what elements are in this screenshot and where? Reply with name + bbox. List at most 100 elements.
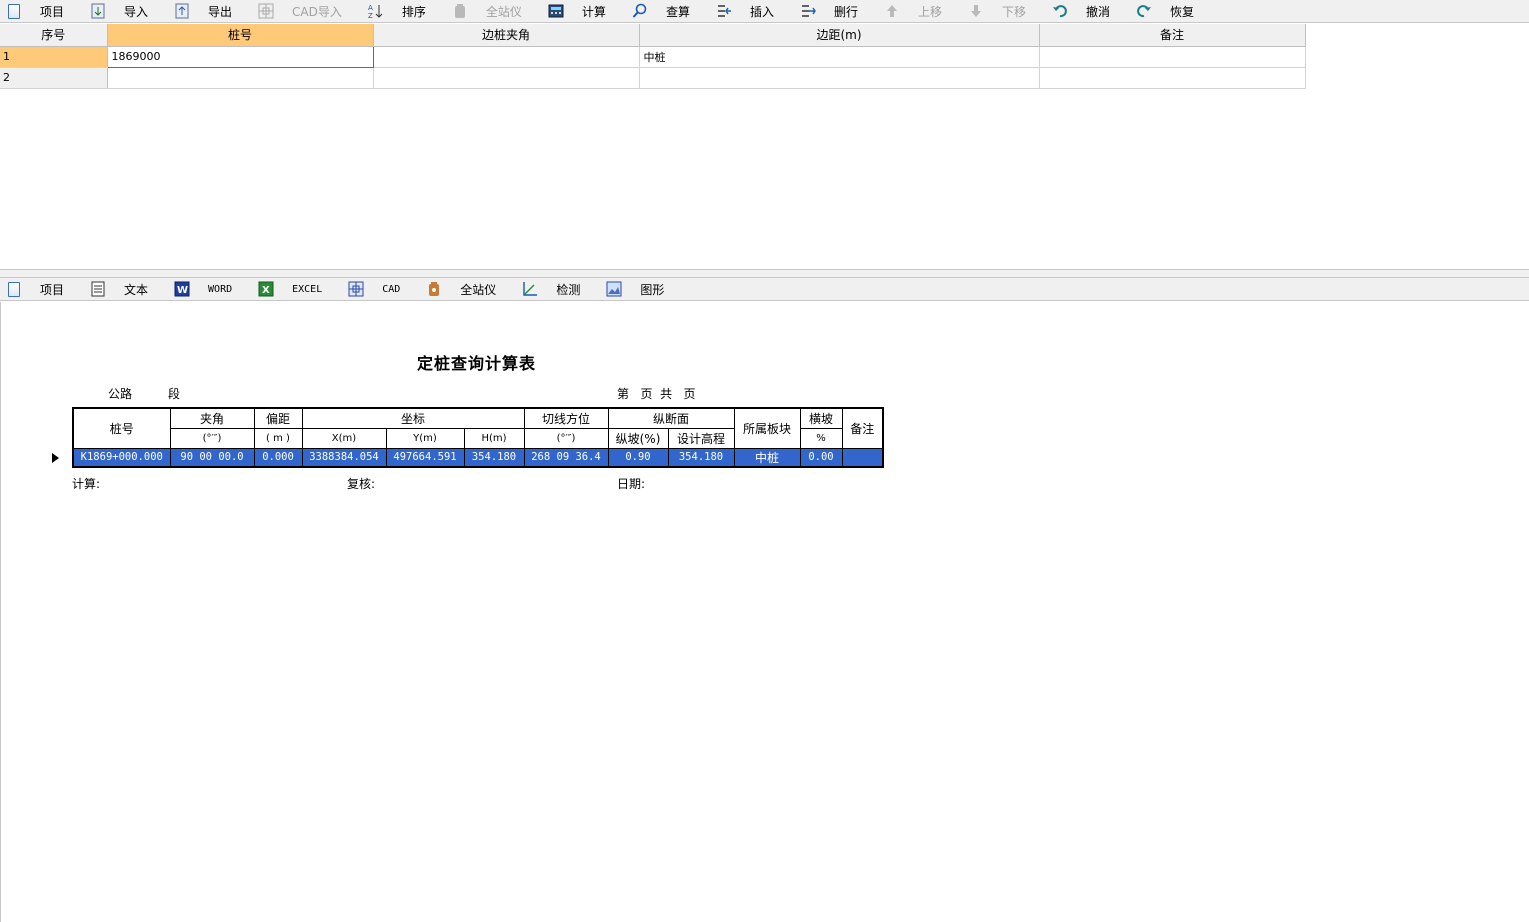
road-label: 公路: [108, 387, 133, 401]
table-row[interactable]: 1 1869000 中桩: [0, 45, 1306, 68]
cad-import-button[interactable]: CAD导入: [252, 0, 362, 22]
header-note[interactable]: 备注: [1039, 24, 1306, 47]
header-seq[interactable]: 序号: [0, 24, 108, 47]
word-icon: W: [174, 281, 190, 297]
cell-angle[interactable]: 90 00 00.0: [169, 447, 255, 468]
cell-y[interactable]: 497664.591: [385, 447, 465, 468]
sort-az-icon: AZ: [368, 3, 384, 19]
col-angle-unit: (°′″): [169, 427, 255, 449]
cell-h[interactable]: 354.180: [463, 447, 525, 468]
header-station[interactable]: 桩号: [107, 24, 374, 47]
offset-cell[interactable]: [639, 67, 1040, 89]
delete-row-button[interactable]: 删行: [794, 0, 878, 22]
export-icon: [174, 3, 190, 19]
axis-chart-icon: [522, 281, 538, 297]
col-long-slope: 纵坡(%): [607, 427, 669, 449]
col-design-elev: 设计高程: [667, 427, 735, 449]
angle-cell[interactable]: [373, 67, 640, 89]
insert-row-icon: [716, 3, 732, 19]
cell-station[interactable]: K1869+000.000: [72, 447, 171, 468]
arrow-up-icon: [884, 3, 900, 19]
sort-button[interactable]: AZ 排序: [362, 0, 446, 22]
date-label: 日期:: [617, 477, 646, 491]
section-label: 段: [168, 387, 181, 401]
report-title: 定桩查询计算表: [417, 354, 537, 373]
undo-button[interactable]: 撤消: [1046, 0, 1130, 22]
check-button[interactable]: 检测: [516, 278, 600, 300]
cell-tangent[interactable]: 268 09 36.4: [523, 447, 609, 468]
move-up-button[interactable]: 上移: [878, 0, 962, 22]
col-tangent: 切线方位: [523, 407, 609, 429]
lookup-button[interactable]: 查算: [626, 0, 710, 22]
offset-cell[interactable]: 中桩: [639, 46, 1040, 68]
calc-label: 计算:: [72, 477, 101, 491]
col-block: 所属板块: [733, 407, 801, 449]
table-row[interactable]: 2: [0, 67, 1306, 89]
panel-splitter[interactable]: [0, 270, 1529, 277]
cad-button[interactable]: CAD: [342, 278, 420, 300]
cad-icon: [258, 3, 274, 19]
cell-note[interactable]: [841, 447, 884, 468]
cell-design-elev[interactable]: 354.180: [667, 447, 735, 468]
angle-cell[interactable]: [373, 46, 640, 68]
stake-input-grid: 序号 桩号 边桩夹角 边距(m) 备注 1 1869000 中桩 2: [0, 24, 1529, 270]
review-label: 复核:: [347, 477, 376, 491]
col-tangent-unit: (°′″): [523, 427, 609, 449]
note-cell[interactable]: [1039, 46, 1306, 68]
cell-offset[interactable]: 0.000: [253, 447, 303, 468]
row-header[interactable]: 1: [0, 46, 108, 68]
page-label: 第 页 共 页: [617, 387, 696, 401]
delete-row-icon: [800, 3, 816, 19]
col-h: H(m): [463, 427, 525, 449]
header-angle[interactable]: 边桩夹角: [373, 24, 640, 47]
redo-button[interactable]: 恢复: [1130, 0, 1214, 22]
insert-button[interactable]: 插入: [710, 0, 794, 22]
col-profile: 纵断面: [607, 407, 735, 429]
station-cell[interactable]: [107, 67, 374, 89]
col-angle: 夹角: [169, 407, 255, 429]
total-station-icon: [426, 281, 442, 297]
excel-button[interactable]: X EXCEL: [252, 278, 342, 300]
arrow-down-icon: [968, 3, 984, 19]
doc-icon: [6, 3, 22, 19]
header-offset[interactable]: 边距(m): [639, 24, 1040, 47]
col-offset: 偏距: [253, 407, 303, 429]
import-icon: [90, 3, 106, 19]
total-station-icon: [452, 3, 468, 19]
redo-icon: [1136, 3, 1152, 19]
cell-cross-slope[interactable]: 0.00: [799, 447, 843, 468]
calculate-button[interactable]: 计算: [542, 0, 626, 22]
undo-icon: [1052, 3, 1068, 19]
cell-long-slope[interactable]: 0.90: [607, 447, 669, 468]
project-button[interactable]: 项目: [0, 0, 84, 22]
graphic-button[interactable]: 图形: [600, 278, 684, 300]
col-cross-slope: 横坡: [799, 407, 843, 429]
cad-icon: [348, 281, 364, 297]
col-coord: 坐标: [301, 407, 525, 429]
import-button[interactable]: 导入: [84, 0, 168, 22]
cell-block[interactable]: 中桩: [733, 447, 801, 468]
row-header[interactable]: 2: [0, 67, 108, 89]
svg-text:A: A: [368, 4, 373, 12]
export-button[interactable]: 导出: [168, 0, 252, 22]
table-row[interactable]: K1869+000.000 90 00 00.0 0.000 3388384.0…: [72, 447, 884, 468]
excel-icon: X: [258, 281, 274, 297]
word-button[interactable]: W WORD: [168, 278, 252, 300]
total-station-button[interactable]: 全站仪: [446, 0, 542, 22]
report-project-button[interactable]: 项目: [0, 278, 84, 300]
stake-table: 序号 桩号 边桩夹角 边距(m) 备注 1 1869000 中桩 2: [0, 24, 1306, 89]
col-station: 桩号: [72, 407, 171, 449]
text-button[interactable]: 文本: [84, 278, 168, 300]
report-preview: 定桩查询计算表 公路 段 第 页 共 页 桩号 夹角 偏距 坐标 切线方位 纵断…: [0, 302, 1529, 922]
svg-text:W: W: [177, 285, 188, 296]
report-table: 桩号 夹角 偏距 坐标 切线方位 纵断面 所属板块 横坡 备注 (°′″) ( …: [72, 407, 884, 468]
report-total-station-button[interactable]: 全站仪: [420, 278, 516, 300]
station-cell[interactable]: 1869000: [106, 45, 374, 68]
col-y: Y(m): [385, 427, 465, 449]
text-file-icon: [90, 281, 106, 297]
cell-x[interactable]: 3388384.054: [301, 447, 387, 468]
col-note: 备注: [841, 407, 884, 449]
move-down-button[interactable]: 下移: [962, 0, 1046, 22]
col-x: X(m): [301, 427, 387, 449]
note-cell[interactable]: [1039, 67, 1306, 89]
